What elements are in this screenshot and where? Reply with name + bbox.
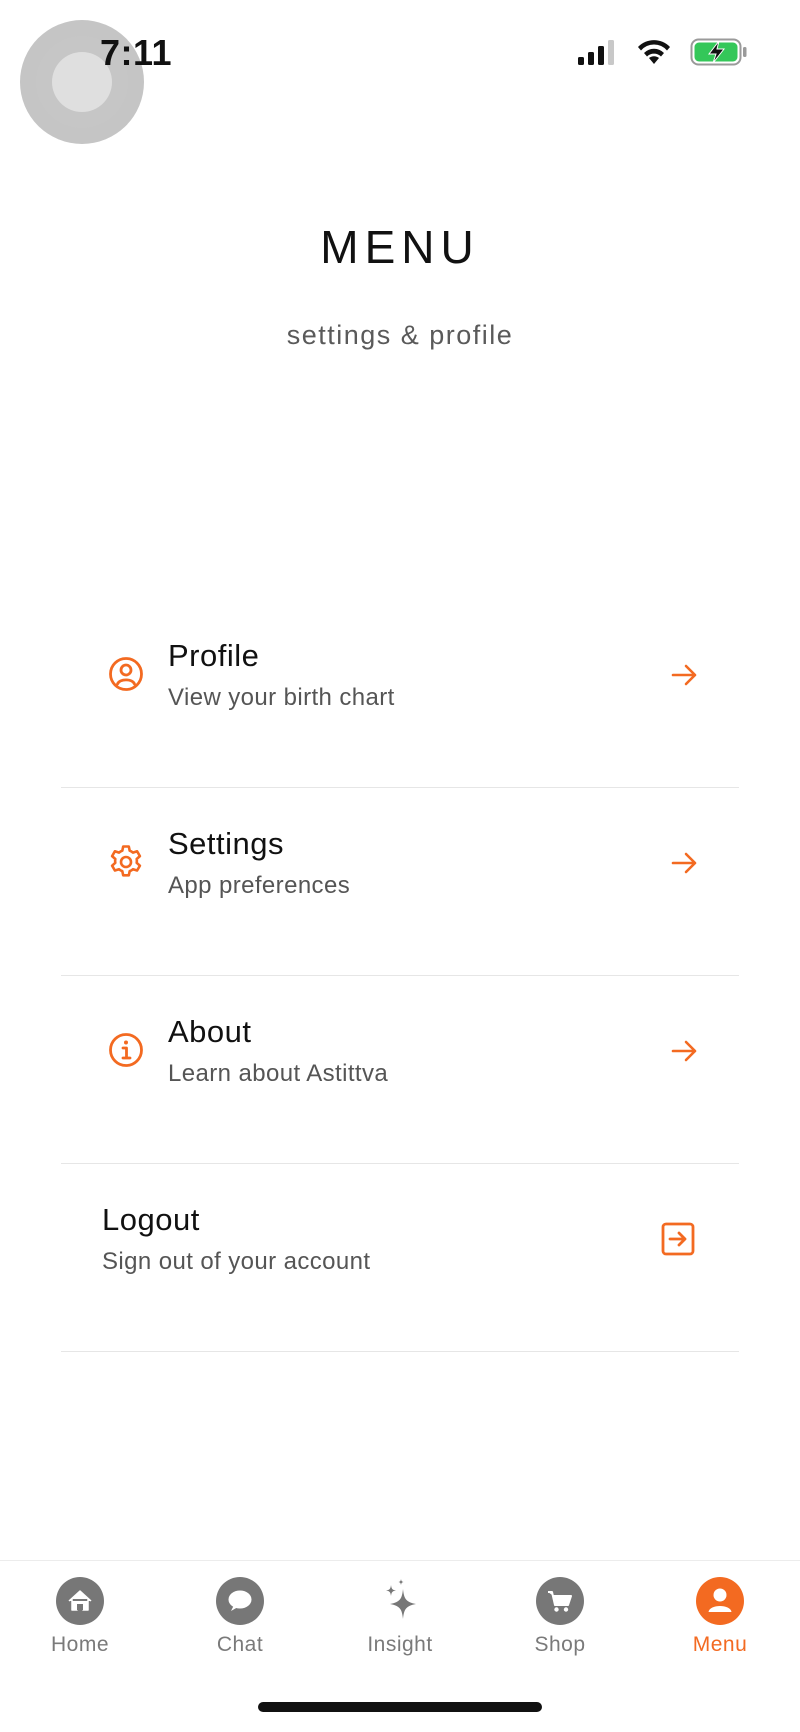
tab-home[interactable]: Home: [0, 1577, 160, 1677]
menu-item-title: Logout: [102, 1202, 200, 1237]
menu-item-description: Learn about Astittva: [168, 1060, 389, 1087]
status-bar: 7:11: [0, 0, 800, 144]
menu-item-profile[interactable]: Profile View your birth chart: [61, 600, 739, 788]
arrow-right-icon: [671, 1040, 697, 1062]
menu-item-about[interactable]: About Learn about Astittva: [61, 976, 739, 1164]
status-icons: [578, 38, 748, 66]
menu-list: Profile View your birth chart Settings A…: [61, 600, 739, 1352]
home-indicator: [258, 1702, 542, 1712]
home-icon: [56, 1577, 104, 1625]
tab-chat[interactable]: Chat: [160, 1577, 320, 1677]
arrow-right-icon: [671, 852, 697, 874]
tab-label: Chat: [216, 1633, 264, 1656]
tab-label: Shop: [534, 1633, 586, 1656]
tab-label: Home: [50, 1633, 110, 1656]
sparkle-icon: [386, 1579, 416, 1619]
gear-icon: [110, 845, 142, 877]
menu-item-settings[interactable]: Settings App preferences: [61, 788, 739, 976]
battery-charging-icon: [690, 38, 747, 66]
menu-item-logout[interactable]: Logout Sign out of your account: [61, 1164, 739, 1352]
tab-label: Menu: [692, 1633, 748, 1656]
info-circle-icon: [109, 1033, 143, 1067]
menu-item-description: View your birth chart: [168, 684, 395, 711]
cart-icon: [536, 1577, 584, 1625]
logout-icon: [661, 1222, 695, 1256]
menu-item-description: App preferences: [168, 872, 351, 899]
user-circle-icon: [109, 657, 143, 691]
page-title: MENU: [320, 221, 480, 273]
tab-label: Insight: [367, 1633, 433, 1656]
status-time: 7:11: [100, 32, 173, 73]
tab-insight[interactable]: Insight: [320, 1577, 480, 1677]
tab-menu[interactable]: Menu: [640, 1577, 800, 1677]
menu-item-description: Sign out of your account: [102, 1248, 371, 1275]
arrow-right-icon: [671, 664, 697, 686]
menu-item-title: Profile: [168, 638, 260, 673]
user-icon: [696, 1577, 744, 1625]
menu-item-title: About: [168, 1014, 252, 1049]
tab-shop[interactable]: Shop: [480, 1577, 640, 1677]
page-subtitle: settings & profile: [286, 320, 514, 350]
wifi-icon: [638, 40, 670, 64]
chat-bubble-icon: [216, 1577, 264, 1625]
menu-item-title: Settings: [168, 826, 285, 861]
cellular-signal-icon: [578, 40, 614, 65]
